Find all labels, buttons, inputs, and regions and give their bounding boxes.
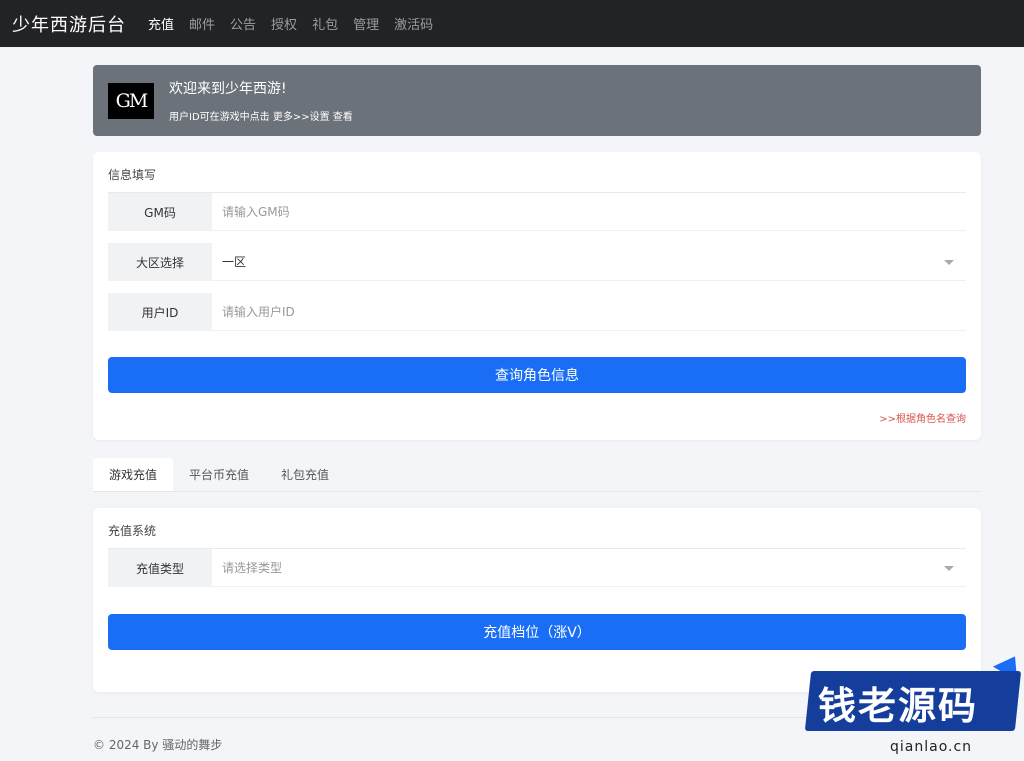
nav-item-recharge[interactable]: 充值	[148, 14, 174, 33]
region-row: 大区选择 一区	[108, 243, 966, 281]
nav-item-gift[interactable]: 礼包	[312, 14, 338, 33]
gm-code-input[interactable]: 请输入GM码	[212, 193, 966, 231]
tab-gift-recharge[interactable]: 礼包充值	[265, 458, 345, 491]
tab-platform-coin-recharge[interactable]: 平台币充值	[173, 458, 265, 491]
footer-copyright: © 2024 By 骚动的舞步	[93, 738, 223, 752]
tab-game-recharge[interactable]: 游戏充值	[93, 458, 174, 491]
recharge-title: 充值系统	[108, 522, 966, 549]
recharge-tabs: 游戏充值 平台币充值 礼包充值	[93, 458, 981, 492]
region-label: 大区选择	[108, 243, 212, 281]
nav-item-activation-code[interactable]: 激活码	[394, 14, 433, 33]
welcome-subtitle: 用户ID可在游戏中点击 更多>>设置 查看	[169, 112, 353, 123]
app-brand[interactable]: 少年西游后台	[12, 11, 126, 37]
user-id-label: 用户ID	[108, 293, 212, 331]
recharge-tier-button[interactable]: 充值档位（涨V）	[108, 614, 966, 650]
watermark-text: 钱老源码	[818, 684, 979, 728]
chevron-down-icon	[944, 566, 954, 571]
recharge-type-label: 充值类型	[108, 549, 212, 587]
recharge-type-placeholder: 请选择类型	[222, 561, 283, 575]
watermark-url: qianlao.cn	[890, 739, 973, 755]
gm-code-label: GM码	[108, 193, 212, 231]
nav-item-manage[interactable]: 管理	[353, 14, 379, 33]
chevron-down-icon	[944, 260, 954, 265]
gm-code-row: GM码 请输入GM码	[108, 193, 966, 231]
region-select[interactable]: 一区	[212, 243, 966, 281]
query-by-role-name-link[interactable]: >>根据角色名查询	[108, 410, 966, 425]
info-form-title: 信息填写	[108, 166, 966, 193]
user-id-row: 用户ID 请输入用户ID	[108, 293, 966, 331]
region-select-value: 一区	[222, 255, 247, 269]
gm-logo: GM	[108, 82, 154, 119]
welcome-banner: GM 欢迎来到少年西游! 用户ID可在游戏中点击 更多>>设置 查看	[93, 65, 981, 136]
nav-item-mail[interactable]: 邮件	[189, 14, 215, 33]
info-form-card: 信息填写 GM码 请输入GM码 大区选择 一区 用户ID 请输入用户ID 查询角…	[93, 152, 981, 440]
welcome-title: 欢迎来到少年西游!	[169, 81, 287, 97]
query-role-button[interactable]: 查询角色信息	[108, 357, 966, 393]
watermark-logo: 钱老源码 qianlao.cn	[800, 649, 1024, 761]
top-navbar: 少年西游后台 充值 邮件 公告 授权 礼包 管理 激活码	[0, 0, 1024, 47]
recharge-type-row: 充值类型 请选择类型	[108, 549, 966, 587]
user-id-input[interactable]: 请输入用户ID	[212, 293, 966, 331]
nav-item-announcement[interactable]: 公告	[230, 14, 256, 33]
nav-item-authorization[interactable]: 授权	[271, 14, 297, 33]
recharge-type-select[interactable]: 请选择类型	[212, 549, 966, 587]
